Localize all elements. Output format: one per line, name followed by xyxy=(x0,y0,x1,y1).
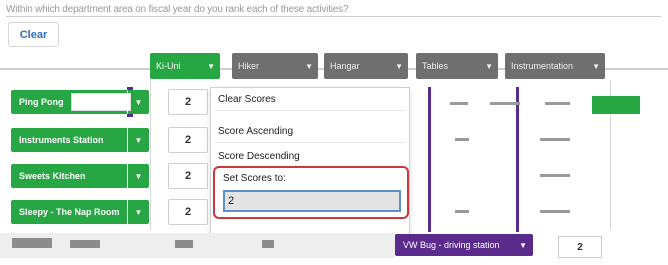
set-scores-panel: Set Scores to: xyxy=(213,166,409,219)
column-header-label: Hangar xyxy=(330,61,360,71)
menu-divider xyxy=(215,110,405,111)
column-marker xyxy=(516,87,519,232)
score-cell[interactable]: 2 xyxy=(168,199,208,225)
top-divider xyxy=(6,16,661,17)
column-marker xyxy=(428,87,431,232)
set-scores-label: Set Scores to: xyxy=(223,173,286,184)
row-button-vw-bug[interactable]: VW Bug - driving station ▼ xyxy=(395,234,533,256)
row-label: Sweets Kitchen xyxy=(19,171,86,181)
score-cell[interactable]: 2 xyxy=(168,127,208,153)
column-header-label: Instrumentation xyxy=(511,61,574,71)
caret-down-icon: ▼ xyxy=(485,61,493,71)
faded-cell-mark xyxy=(540,210,570,213)
faded-cell-mark xyxy=(490,102,520,105)
column-header-label: Tables xyxy=(422,61,449,71)
column-divider xyxy=(150,80,151,230)
column-header-kiuni[interactable]: Ki-Uni ▼ xyxy=(150,53,220,79)
row-button-instruments-station[interactable]: Instruments Station ▼ xyxy=(11,128,149,152)
faded-cell-mark xyxy=(70,240,100,248)
row-inline-field[interactable] xyxy=(71,93,131,111)
faded-cell-mark xyxy=(175,240,193,248)
row-label: Sleepy - The Nap Room xyxy=(19,207,120,217)
faded-cell-mark xyxy=(12,238,52,248)
menu-item-clear-scores[interactable]: Clear Scores xyxy=(211,90,409,108)
clear-button[interactable]: Clear xyxy=(8,22,59,47)
score-cell[interactable]: 2 xyxy=(168,89,208,115)
caret-down-icon[interactable]: ▼ xyxy=(127,128,149,152)
faded-green-cell xyxy=(592,96,640,114)
column-header-instrumentation[interactable]: Instrumentation ▼ xyxy=(505,53,605,79)
score-cell[interactable]: 2 xyxy=(558,236,602,258)
row-button-sweets-kitchen[interactable]: Sweets Kitchen ▼ xyxy=(11,164,149,188)
menu-item-score-ascending[interactable]: Score Ascending xyxy=(211,122,409,140)
caret-down-icon: ▼ xyxy=(207,61,215,71)
caret-down-icon: ▼ xyxy=(395,61,403,71)
ranking-page: Within which department area on fiscal y… xyxy=(0,0,668,265)
column-header-tables[interactable]: Tables ▼ xyxy=(416,53,498,79)
caret-down-icon[interactable]: ▼ xyxy=(127,164,149,188)
caret-down-icon[interactable]: ▼ xyxy=(519,241,527,250)
faded-cell-mark xyxy=(545,102,570,105)
row-label: VW Bug - driving station xyxy=(403,240,500,250)
column-header-hangar[interactable]: Hangar ▼ xyxy=(324,53,408,79)
faded-cell-mark xyxy=(540,138,570,141)
row-label: Ping Pong xyxy=(19,97,64,107)
score-cell[interactable]: 2 xyxy=(168,163,208,189)
caret-down-icon: ▼ xyxy=(592,61,600,71)
set-scores-input[interactable] xyxy=(223,190,401,212)
question-text: Within which department area on fiscal y… xyxy=(6,4,349,15)
row-button-ping-pong[interactable]: Ping Pong ▼ xyxy=(11,90,149,114)
caret-down-icon: ▼ xyxy=(305,61,313,71)
score-options-menu: Clear Scores Score Ascending Score Desce… xyxy=(210,87,410,235)
faded-cell-mark xyxy=(262,240,274,248)
faded-cell-mark xyxy=(540,174,570,177)
caret-down-icon[interactable]: ▼ xyxy=(127,200,149,224)
caret-down-icon[interactable]: ▼ xyxy=(127,90,149,114)
column-header-hiker[interactable]: Hiker ▼ xyxy=(232,53,318,79)
row-button-sleepy-nap-room[interactable]: Sleepy - The Nap Room ▼ xyxy=(11,200,149,224)
column-header-label: Hiker xyxy=(238,61,260,71)
row-label: Instruments Station xyxy=(19,135,104,145)
menu-item-score-descending[interactable]: Score Descending xyxy=(211,147,409,165)
faded-cell-mark xyxy=(455,210,469,213)
faded-cell-mark xyxy=(455,138,469,141)
faded-cell-mark xyxy=(450,102,468,105)
column-header-label: Ki-Uni xyxy=(156,61,181,71)
bottom-faded-row xyxy=(0,233,395,258)
menu-divider xyxy=(215,142,405,143)
